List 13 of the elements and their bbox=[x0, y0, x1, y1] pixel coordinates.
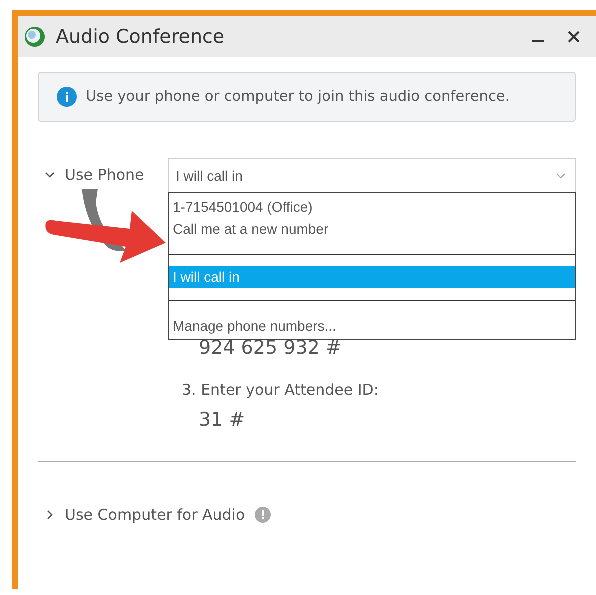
info-message: Use your phone or computer to join this audio conference. bbox=[86, 89, 510, 105]
attendee-id-label: 3. Enter your Attendee ID: bbox=[182, 381, 379, 399]
access-code: 924 625 932 # bbox=[198, 337, 343, 359]
info-icon bbox=[57, 87, 77, 107]
dropdown-option[interactable]: 1-7154501004 (Office) bbox=[169, 196, 575, 218]
close-icon[interactable] bbox=[566, 28, 582, 44]
app-logo-icon bbox=[24, 26, 46, 48]
use-computer-toggle[interactable]: Use Computer for Audio bbox=[38, 498, 246, 532]
window-title: Audio Conference bbox=[56, 26, 225, 48]
use-phone-toggle[interactable]: Use Phone bbox=[38, 158, 168, 192]
dropdown-option[interactable]: Call me at a new number bbox=[169, 218, 575, 240]
attendee-id: 31 # bbox=[198, 409, 246, 431]
dropdown-option[interactable]: Manage phone numbers... bbox=[169, 315, 575, 337]
